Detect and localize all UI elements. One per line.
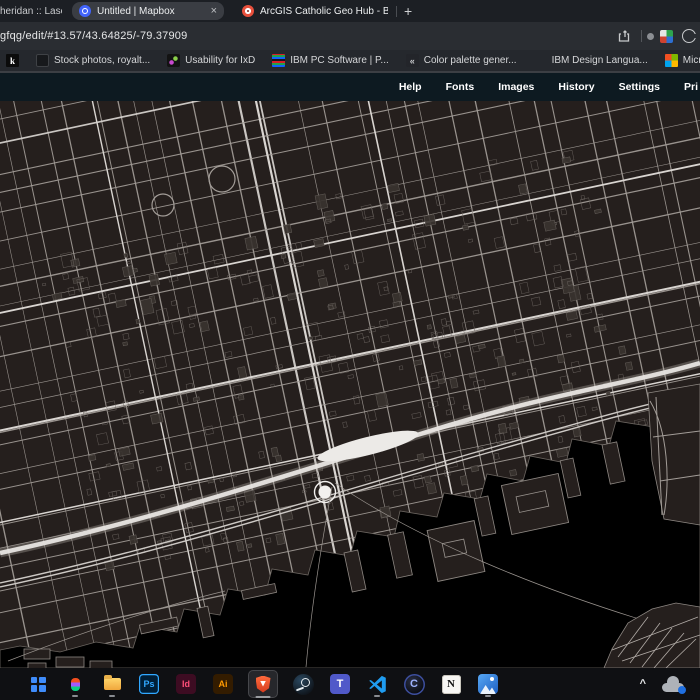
tray-overflow-chevron[interactable]: ^ <box>640 678 646 690</box>
bookmark-color-palette[interactable]: « Color palette gener... <box>406 54 517 67</box>
bookmark-label: Usability for IxD <box>185 55 255 66</box>
bookmark-ibm-design[interactable]: IBM Design Langua... <box>534 54 648 67</box>
figma-icon[interactable] <box>63 671 87 697</box>
teams-icon[interactable]: T <box>328 671 352 697</box>
tab-active-mapbox[interactable]: Untitled | Mapbox × <box>72 2 224 20</box>
address-separator <box>641 30 642 42</box>
arcgis-favicon <box>242 5 254 17</box>
nav-fonts[interactable]: Fonts <box>446 81 475 93</box>
bookmarks-bar: k Stock photos, royalt... Usability for … <box>0 50 700 73</box>
vscode-icon[interactable] <box>365 671 389 697</box>
windows-taskbar: Ps Id Ai T C N ^ <box>0 668 700 700</box>
photoshop-icon[interactable]: Ps <box>137 671 161 697</box>
mapbox-favicon <box>79 5 91 17</box>
share-icon[interactable] <box>618 29 632 43</box>
ibm-pc-favicon <box>272 54 285 67</box>
nav-help[interactable]: Help <box>399 81 422 93</box>
map-canvas[interactable] <box>0 101 700 668</box>
bookmark-k[interactable]: k <box>6 54 19 67</box>
new-tab-button[interactable]: + <box>404 4 412 18</box>
map-svg <box>0 101 700 668</box>
bookmark-label: IBM Design Langua... <box>552 55 648 66</box>
url-field[interactable]: gfqg/edit/#13.57/43.64825/-79.37909 <box>0 30 618 42</box>
nav-print[interactable]: Pri <box>684 81 698 93</box>
tab-partial-sheridan[interactable]: heridan :: Laser Fi <box>0 6 62 17</box>
bookmark-usability-ixd[interactable]: Usability for IxD <box>167 54 255 67</box>
bookmark-stock-photos[interactable]: Stock photos, royalt... <box>36 54 150 67</box>
file-explorer-icon[interactable] <box>100 671 124 697</box>
illustrator-icon[interactable]: Ai <box>211 671 235 697</box>
tab-close-button[interactable]: × <box>211 6 217 17</box>
onedrive-cloud-icon[interactable] <box>662 677 684 692</box>
bookmark-label: Color palette gener... <box>424 55 517 66</box>
palette-extension-icon[interactable] <box>660 30 673 43</box>
cinema4d-icon[interactable]: C <box>402 671 426 697</box>
nav-settings[interactable]: Settings <box>619 81 660 93</box>
tab-title: Untitled | Mapbox <box>97 6 205 17</box>
steam-icon[interactable] <box>291 671 315 697</box>
k-favicon: k <box>6 54 19 67</box>
bookmark-microsoft-windows[interactable]: Microsoft Windows... <box>665 54 700 67</box>
bookmark-ibm-pc[interactable]: IBM PC Software | P... <box>272 54 389 67</box>
desktop: heridan :: Laser Fi Untitled | Mapbox × … <box>0 0 700 700</box>
cloud-badge <box>678 686 686 694</box>
address-bar: gfqg/edit/#13.57/43.64825/-79.37909 <box>0 22 700 50</box>
tab-separator <box>396 6 397 17</box>
nav-images[interactable]: Images <box>498 81 534 93</box>
ibm-design-favicon <box>534 54 547 67</box>
bookmark-label: Stock photos, royalt... <box>54 55 150 66</box>
indesign-icon[interactable]: Id <box>174 671 198 697</box>
ixd-favicon <box>167 54 180 67</box>
bookmark-label: IBM PC Software | P... <box>290 55 389 66</box>
photos-icon[interactable] <box>476 671 500 697</box>
tab-title: ArcGIS Catholic Geo Hub - Brave Sea <box>260 6 388 17</box>
start-button[interactable] <box>26 671 50 697</box>
browser-tab-strip: heridan :: Laser Fi Untitled | Mapbox × … <box>0 0 700 22</box>
studio-nav: Help Fonts Images History Settings Pri <box>0 73 700 101</box>
stock-favicon <box>36 54 49 67</box>
microsoft-favicon <box>665 54 678 67</box>
shield-badge <box>647 33 654 40</box>
bookmark-label: Microsoft Windows... <box>683 55 700 66</box>
brave-browser-icon[interactable] <box>248 670 278 698</box>
tab-arcgis[interactable]: ArcGIS Catholic Geo Hub - Brave Sea <box>236 5 394 17</box>
notion-icon[interactable]: N <box>439 671 463 697</box>
coolors-favicon: « <box>406 54 419 67</box>
extension-icon[interactable] <box>682 29 696 43</box>
nav-history[interactable]: History <box>558 81 594 93</box>
